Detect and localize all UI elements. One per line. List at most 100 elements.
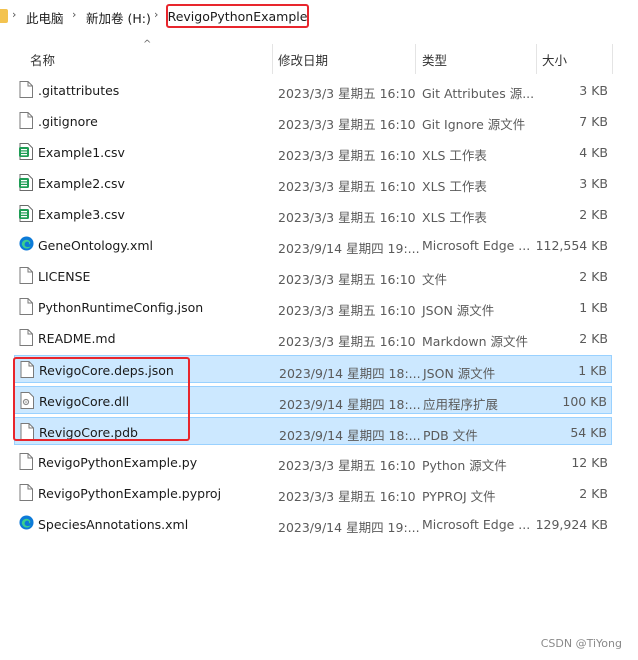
file-type: Python 源文件 bbox=[422, 458, 507, 473]
file-type: Markdown 源文件 bbox=[422, 334, 529, 349]
document-icon bbox=[19, 484, 33, 501]
folder-icon bbox=[0, 9, 8, 23]
file-date: 2023/3/3 星期五 16:10 bbox=[278, 489, 416, 504]
file-row[interactable]: README.md 2023/3/3 星期五 16:10 Markdown 源文件 2… bbox=[14, 324, 612, 352]
file-name: .gitattributes bbox=[38, 83, 120, 98]
file-size: 54 KB bbox=[570, 425, 607, 440]
file-size: 112,554 KB bbox=[535, 238, 608, 253]
file-type: Git Ignore 源文件 bbox=[422, 117, 526, 132]
column-divider[interactable] bbox=[272, 44, 273, 74]
file-size: 129,924 KB bbox=[535, 517, 608, 532]
file-name: .gitignore bbox=[38, 114, 98, 129]
document-icon bbox=[19, 81, 33, 98]
file-size: 12 KB bbox=[571, 455, 608, 470]
file-row[interactable]: RevigoPythonExample.pyproj 2023/3/3 星期五 1… bbox=[14, 479, 612, 507]
file-row[interactable]: SpeciesAnnotations.xml 2023/9/14 星期四 19:.… bbox=[14, 510, 612, 538]
file-name: Example1.csv bbox=[38, 145, 125, 160]
file-date: 2023/3/3 星期五 16:10 bbox=[278, 334, 416, 349]
file-size: 100 KB bbox=[562, 394, 607, 409]
file-size: 1 KB bbox=[578, 363, 607, 378]
chevron-right-icon: › bbox=[72, 8, 77, 21]
breadcrumb-current-folder[interactable]: RevigoPythonExample bbox=[166, 4, 309, 28]
file-size: 2 KB bbox=[579, 486, 608, 501]
spreadsheet-icon bbox=[19, 205, 33, 222]
file-type: PDB 文件 bbox=[423, 428, 478, 443]
spreadsheet-icon bbox=[19, 143, 33, 160]
file-date: 2023/3/3 星期五 16:10 bbox=[278, 179, 416, 194]
file-type: XLS 工作表 bbox=[422, 179, 487, 194]
breadcrumb: › 此电脑 › 新加卷 (H:) › RevigoPythonExample bbox=[0, 0, 638, 34]
edge-icon bbox=[19, 236, 34, 253]
column-header-bar: ^ 名称 修改日期 类型 大小 bbox=[0, 34, 638, 74]
document-icon bbox=[20, 423, 34, 440]
sort-ascending-icon: ^ bbox=[143, 39, 152, 50]
document-icon bbox=[19, 329, 33, 346]
file-date: 2023/3/3 星期五 16:10 bbox=[278, 210, 416, 225]
file-type: JSON 源文件 bbox=[423, 366, 496, 381]
document-icon bbox=[19, 298, 33, 315]
file-name: Example2.csv bbox=[38, 176, 125, 191]
file-size: 2 KB bbox=[579, 331, 608, 346]
file-type: XLS 工作表 bbox=[422, 148, 487, 163]
edge-icon bbox=[19, 515, 34, 532]
file-type: Microsoft Edge ... bbox=[422, 517, 531, 532]
file-type: 应用程序扩展 bbox=[423, 397, 499, 412]
breadcrumb-item-this-pc[interactable]: 此电脑 bbox=[26, 8, 64, 27]
file-name: SpeciesAnnotations.xml bbox=[38, 517, 189, 532]
file-type: 文件 bbox=[422, 272, 448, 287]
column-divider[interactable] bbox=[415, 44, 416, 74]
file-type: Git Attributes 源... bbox=[422, 86, 535, 101]
spreadsheet-icon bbox=[19, 174, 33, 191]
document-icon bbox=[19, 112, 33, 129]
breadcrumb-item-drive[interactable]: 新加卷 (H:) bbox=[86, 8, 151, 27]
file-size: 3 KB bbox=[579, 83, 608, 98]
file-name: RevigoPythonExample.py bbox=[38, 455, 198, 470]
file-name: GeneOntology.xml bbox=[38, 238, 153, 253]
file-size: 4 KB bbox=[579, 145, 608, 160]
file-row[interactable]: .gitattributes 2023/3/3 星期五 16:10 Git Attr… bbox=[14, 76, 612, 104]
file-size: 1 KB bbox=[579, 300, 608, 315]
file-date: 2023/9/14 星期四 19:... bbox=[278, 520, 420, 535]
file-date: 2023/3/3 星期五 16:10 bbox=[278, 303, 416, 318]
file-date: 2023/3/3 星期五 16:10 bbox=[278, 117, 416, 132]
file-date: 2023/9/14 星期四 19:... bbox=[278, 241, 420, 256]
file-row[interactable]: RevigoCore.pdb 2023/9/14 星期四 18:... PDB 文件… bbox=[14, 417, 612, 445]
file-type: JSON 源文件 bbox=[422, 303, 495, 318]
file-type: XLS 工作表 bbox=[422, 210, 487, 225]
file-row[interactable]: Example1.csv 2023/3/3 星期五 16:10 XLS 工作表 4 K… bbox=[14, 138, 612, 166]
file-row[interactable]: .gitignore 2023/3/3 星期五 16:10 Git Ignore 源… bbox=[14, 107, 612, 135]
file-name: RevigoCore.dll bbox=[39, 394, 130, 409]
file-date: 2023/3/3 星期五 16:10 bbox=[278, 458, 416, 473]
file-name: README.md bbox=[38, 331, 116, 346]
file-name: RevigoPythonExample.pyproj bbox=[38, 486, 222, 501]
document-icon bbox=[20, 361, 34, 378]
file-row[interactable]: Example2.csv 2023/3/3 星期五 16:10 XLS 工作表 3 K… bbox=[14, 169, 612, 197]
file-name: PythonRuntimeConfig.json bbox=[38, 300, 204, 315]
column-divider[interactable] bbox=[536, 44, 537, 74]
file-name: RevigoCore.pdb bbox=[39, 425, 138, 440]
document-icon bbox=[19, 267, 33, 284]
column-header-size[interactable]: 大小 bbox=[542, 50, 567, 69]
file-name: Example3.csv bbox=[38, 207, 125, 222]
column-divider[interactable] bbox=[612, 44, 613, 74]
file-row[interactable]: RevigoCore.deps.json 2023/9/14 星期四 18:...… bbox=[14, 355, 612, 383]
chevron-right-icon: › bbox=[12, 8, 17, 21]
file-size: 2 KB bbox=[579, 207, 608, 222]
file-row[interactable]: RevigoPythonExample.py 2023/3/3 星期五 16:10… bbox=[14, 448, 612, 476]
file-name: RevigoCore.deps.json bbox=[39, 363, 174, 378]
dll-icon bbox=[20, 392, 34, 409]
file-date: 2023/9/14 星期四 18:... bbox=[279, 366, 421, 381]
file-row[interactable]: GeneOntology.xml 2023/9/14 星期四 19:... Micr… bbox=[14, 231, 612, 259]
file-row[interactable]: PythonRuntimeConfig.json 2023/3/3 星期五 16:… bbox=[14, 293, 612, 321]
file-name: LICENSE bbox=[38, 269, 91, 284]
column-header-date[interactable]: 修改日期 bbox=[278, 50, 328, 69]
file-date: 2023/3/3 星期五 16:10 bbox=[278, 272, 416, 287]
column-header-name[interactable]: 名称 bbox=[30, 50, 55, 69]
file-row[interactable]: RevigoCore.dll 2023/9/14 星期四 18:... 应用程序扩展… bbox=[14, 386, 612, 414]
watermark: CSDN @TiYong bbox=[540, 637, 622, 650]
file-row[interactable]: Example3.csv 2023/3/3 星期五 16:10 XLS 工作表 2 K… bbox=[14, 200, 612, 228]
file-size: 2 KB bbox=[579, 269, 608, 284]
file-row[interactable]: LICENSE 2023/3/3 星期五 16:10 文件 2 KB bbox=[14, 262, 612, 290]
chevron-right-icon: › bbox=[154, 8, 159, 21]
column-header-type[interactable]: 类型 bbox=[422, 50, 447, 69]
